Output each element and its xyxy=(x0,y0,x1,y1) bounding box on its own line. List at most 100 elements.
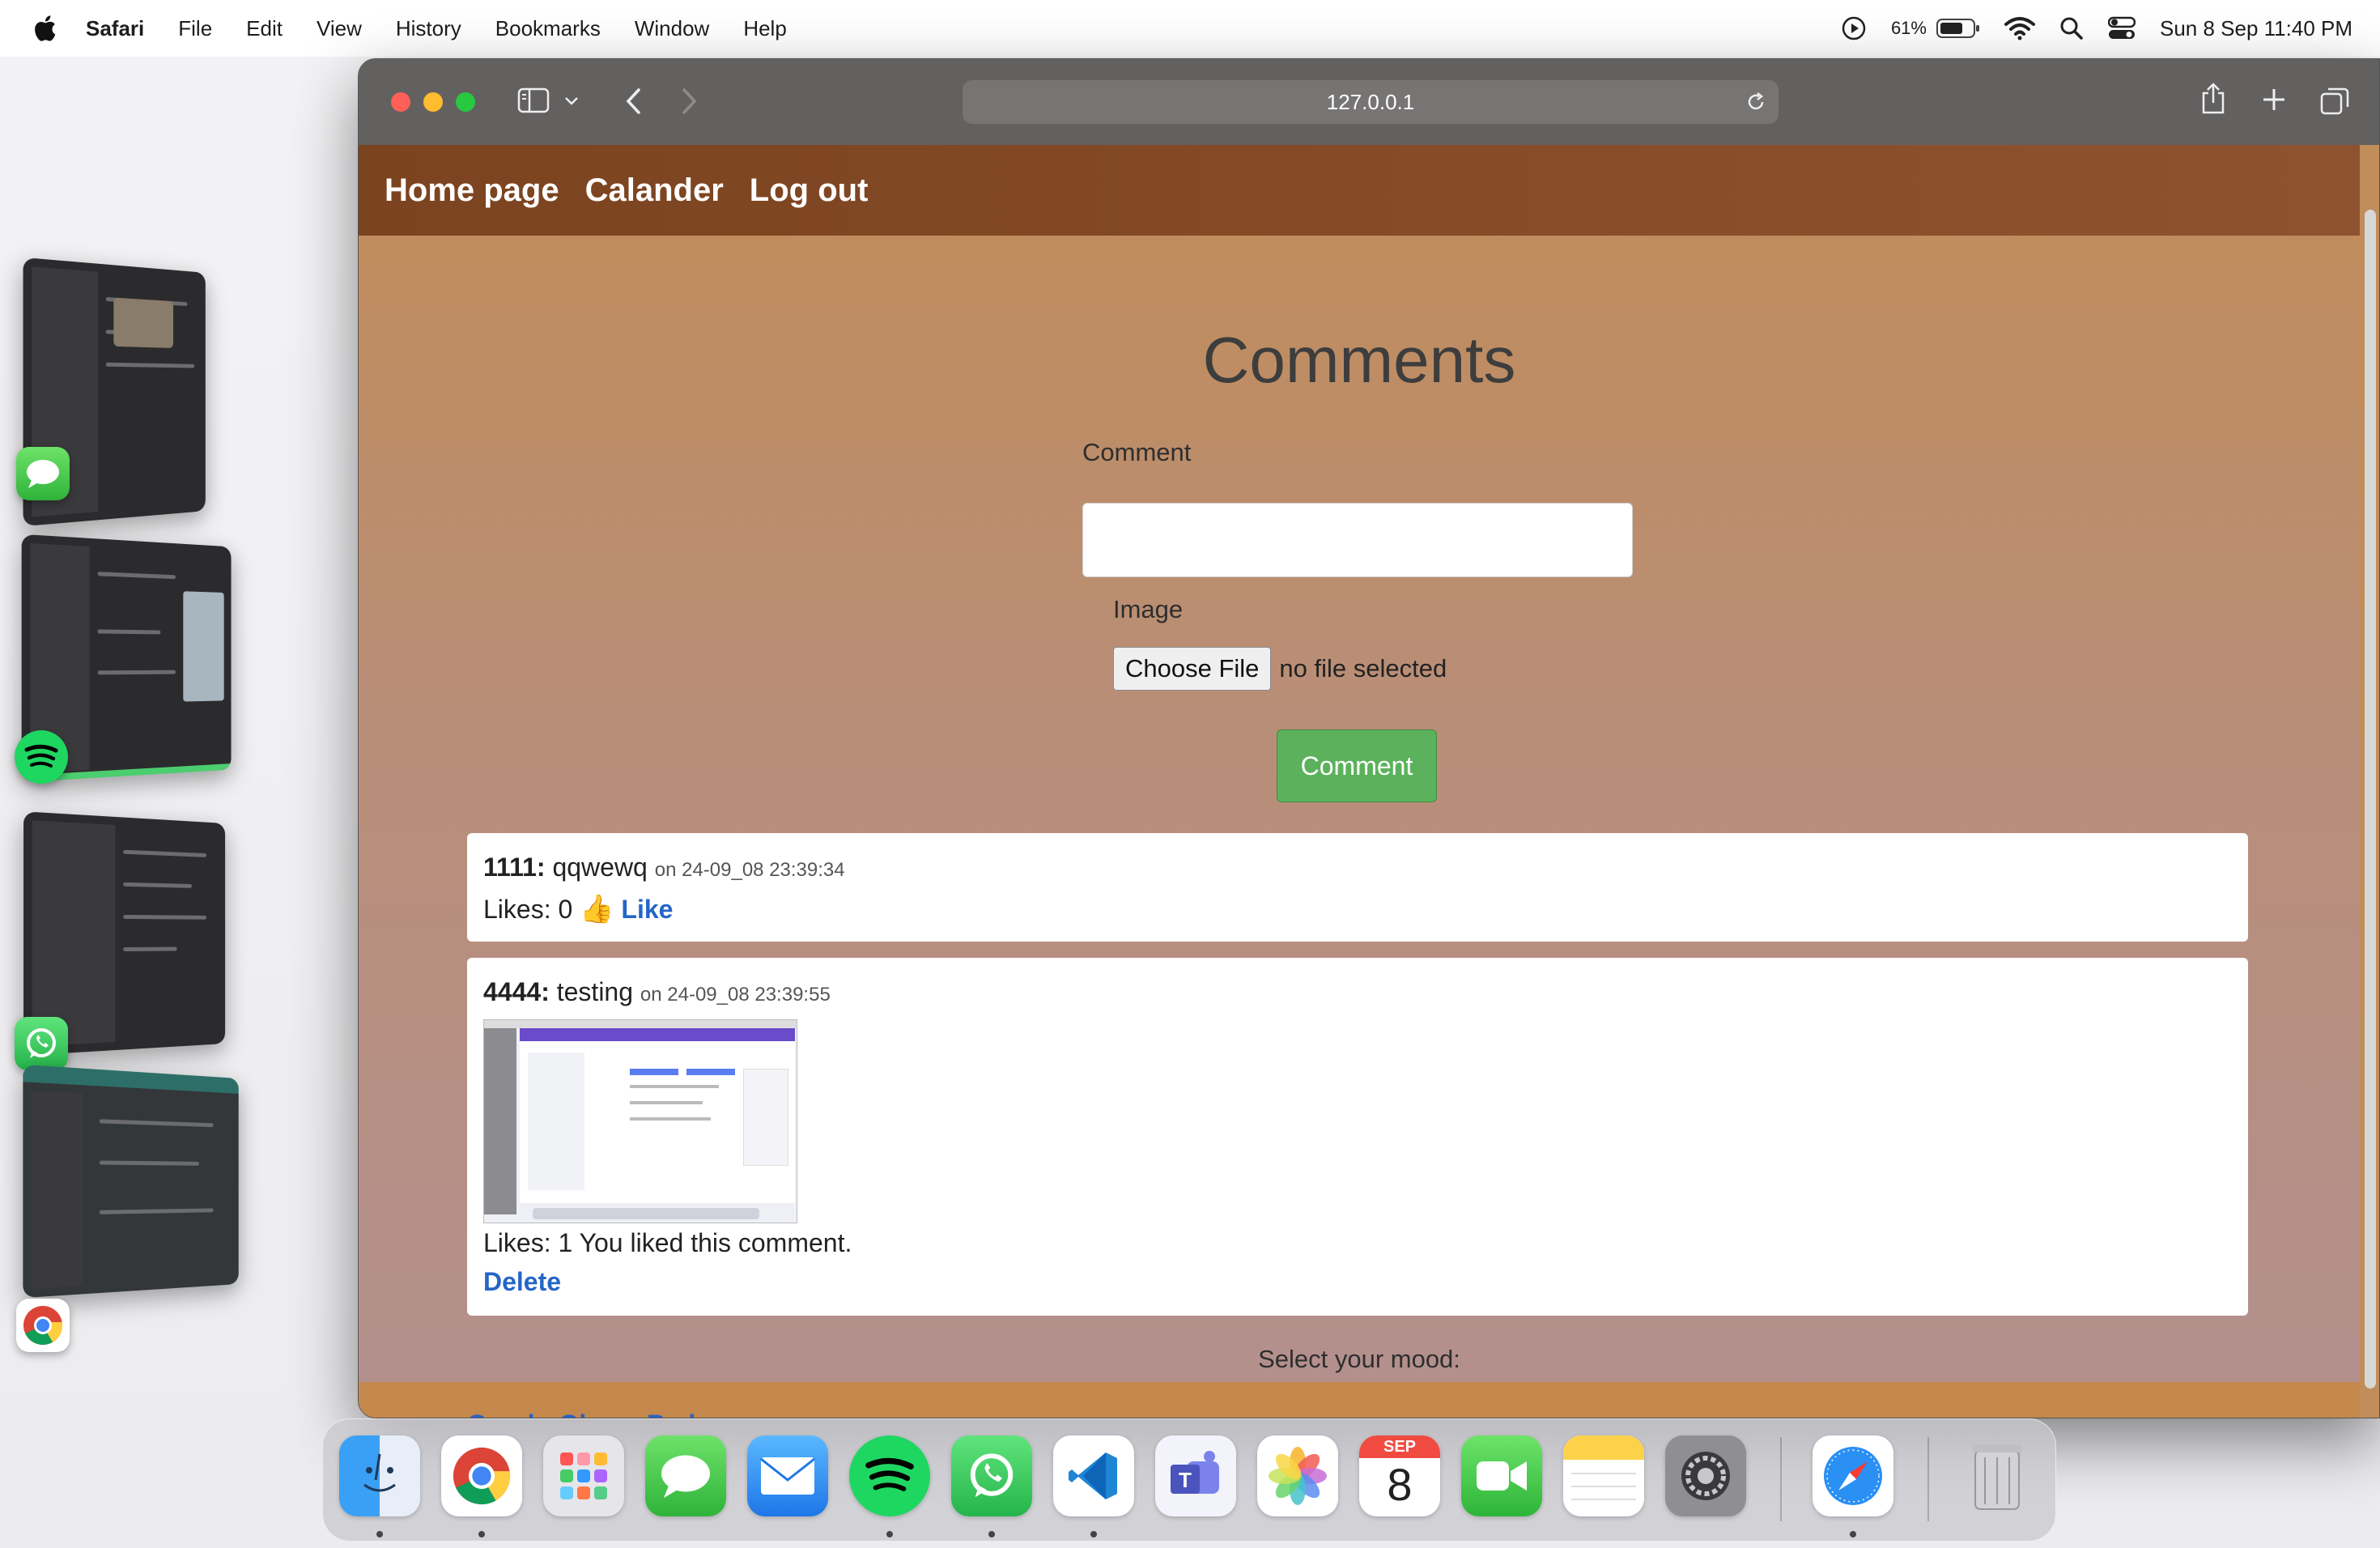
battery-icon xyxy=(1936,19,1979,38)
messages-app-icon[interactable] xyxy=(16,447,70,500)
facetime-icon[interactable] xyxy=(1461,1435,1542,1516)
share-icon[interactable] xyxy=(2199,82,2227,116)
page-title: Comments xyxy=(1202,324,1516,396)
menu-help[interactable]: Help xyxy=(743,16,786,41)
mood-label: Select your mood: xyxy=(1258,1345,1460,1373)
chrome-icon[interactable] xyxy=(441,1435,522,1516)
mail-icon[interactable] xyxy=(747,1435,828,1516)
no-file-selected-text: no file selected xyxy=(1279,654,1447,683)
menu-window[interactable]: Window xyxy=(635,16,709,41)
menu-history[interactable]: History xyxy=(396,16,461,41)
tab-groups-chevron-icon[interactable] xyxy=(564,96,579,106)
dock: T SEP 8 xyxy=(322,1418,2056,1542)
likes-count: Likes: 1 You liked this comment. xyxy=(483,1228,852,1257)
thumbs-up-icon: 👍 xyxy=(580,894,614,925)
now-playing-icon[interactable] xyxy=(1841,15,1867,41)
running-indicator xyxy=(988,1531,995,1537)
svg-text:T: T xyxy=(1179,1468,1192,1492)
spotify-app-icon[interactable] xyxy=(15,730,68,784)
battery-status[interactable]: 61% xyxy=(1891,18,1980,39)
comment-attached-image xyxy=(483,1019,797,1223)
menu-bar: Safari File Edit View History Bookmarks … xyxy=(0,0,2380,57)
calendar-icon[interactable]: SEP 8 xyxy=(1359,1435,1440,1516)
dock-separator xyxy=(1927,1437,1929,1521)
comment-label: Comment xyxy=(1082,438,1192,466)
running-indicator xyxy=(1850,1531,1856,1537)
control-center-icon[interactable] xyxy=(2107,16,2136,40)
notes-icon[interactable] xyxy=(1563,1435,1644,1516)
comment-timestamp: on 24-09_08 23:39:34 xyxy=(654,859,845,881)
spotlight-search-icon[interactable] xyxy=(2059,16,2084,40)
battery-percent: 61% xyxy=(1890,18,1927,38)
address-bar[interactable]: 127.0.0.1 xyxy=(963,80,1779,124)
comment-author: 1111: xyxy=(483,853,546,882)
page-scrollbar[interactable] xyxy=(2365,210,2376,1389)
running-indicator xyxy=(886,1531,893,1537)
running-indicator xyxy=(1090,1531,1097,1537)
comment-text: testing xyxy=(556,977,634,1006)
like-button[interactable]: Like xyxy=(621,895,673,924)
teams-icon[interactable]: T xyxy=(1155,1435,1236,1516)
minimize-window-button[interactable] xyxy=(423,92,443,112)
running-indicator xyxy=(376,1531,383,1537)
messages-icon[interactable] xyxy=(645,1435,726,1516)
mood-options: Good Okay Bad xyxy=(467,1410,695,1418)
spotify-icon[interactable] xyxy=(849,1435,930,1516)
tab-overview-icon[interactable] xyxy=(2319,87,2350,116)
likes-count: Likes: 0 xyxy=(483,895,573,924)
comment-author: 4444: xyxy=(483,977,550,1006)
sidebar-toggle-icon[interactable] xyxy=(517,87,550,114)
running-indicator xyxy=(478,1531,485,1537)
calendar-day: 8 xyxy=(1387,1459,1413,1510)
safari-icon[interactable] xyxy=(1813,1435,1893,1516)
wifi-icon[interactable] xyxy=(2004,16,2035,40)
reload-icon[interactable] xyxy=(1745,91,1767,113)
photos-icon[interactable] xyxy=(1257,1435,1338,1516)
comment-card: 4444: testing on 24-09_08 23:39:55 Likes… xyxy=(467,958,2248,1316)
menu-bookmarks[interactable]: Bookmarks xyxy=(495,16,601,41)
dock-separator xyxy=(1780,1437,1782,1521)
menu-bar-clock[interactable]: Sun 8 Sep 11:40 PM xyxy=(2160,16,2352,41)
menu-view[interactable]: View xyxy=(317,16,362,41)
mood-bad-link[interactable]: Bad xyxy=(647,1410,695,1418)
menu-bar-status: 61% Sun 8 Sep 11:40 PM xyxy=(1841,0,2352,57)
menu-edit[interactable]: Edit xyxy=(246,16,283,41)
comment-text: qqwewq xyxy=(552,853,648,882)
calendar-month: SEP xyxy=(1359,1435,1440,1458)
web-page: Home page Calander Log out Comments Comm… xyxy=(359,145,2360,1418)
vscode-icon[interactable] xyxy=(1053,1435,1134,1516)
system-settings-icon[interactable] xyxy=(1665,1435,1746,1516)
comment-input[interactable] xyxy=(1082,503,1633,577)
image-label: Image xyxy=(1113,595,1184,623)
comment-card: 1111: qqwewq on 24-09_08 23:39:34 Likes:… xyxy=(467,833,2248,942)
site-navbar: Home page Calander Log out xyxy=(359,145,2360,236)
safari-window: 127.0.0.1 Home page Calander Log out Com… xyxy=(358,58,2380,1418)
close-window-button[interactable] xyxy=(391,92,410,112)
menu-app-name[interactable]: Safari xyxy=(86,16,144,41)
nav-home-link[interactable]: Home page xyxy=(385,172,559,209)
image-file-picker: Choose File no file selected xyxy=(1113,647,1447,691)
browser-toolbar: 127.0.0.1 xyxy=(359,59,2379,145)
comment-timestamp: on 24-09_08 23:39:55 xyxy=(640,984,831,1006)
mood-okay-link[interactable]: Okay xyxy=(559,1410,623,1418)
menu-file[interactable]: File xyxy=(178,16,212,41)
address-text: 127.0.0.1 xyxy=(1326,89,1415,114)
apple-logo-icon[interactable] xyxy=(32,15,57,42)
nav-calendar-link[interactable]: Calander xyxy=(585,172,724,209)
choose-file-button[interactable]: Choose File xyxy=(1113,647,1272,691)
stage-thumbnail-chrome[interactable] xyxy=(23,1064,239,1299)
chrome-app-icon[interactable] xyxy=(16,1299,70,1352)
zoom-window-button[interactable] xyxy=(456,92,475,112)
new-tab-plus-icon[interactable] xyxy=(2261,87,2287,113)
forward-arrow-icon[interactable] xyxy=(681,87,699,116)
launchpad-icon[interactable] xyxy=(543,1435,624,1516)
nav-logout-link[interactable]: Log out xyxy=(750,172,869,209)
whatsapp-app-icon[interactable] xyxy=(15,1017,68,1070)
back-arrow-icon[interactable] xyxy=(624,87,642,116)
finder-icon[interactable] xyxy=(339,1435,420,1516)
delete-comment-button[interactable]: Delete xyxy=(483,1267,561,1296)
submit-comment-button[interactable]: Comment xyxy=(1277,729,1437,802)
mood-good-link[interactable]: Good xyxy=(467,1410,535,1418)
whatsapp-icon[interactable] xyxy=(951,1435,1032,1516)
trash-icon[interactable] xyxy=(1957,1435,2038,1516)
